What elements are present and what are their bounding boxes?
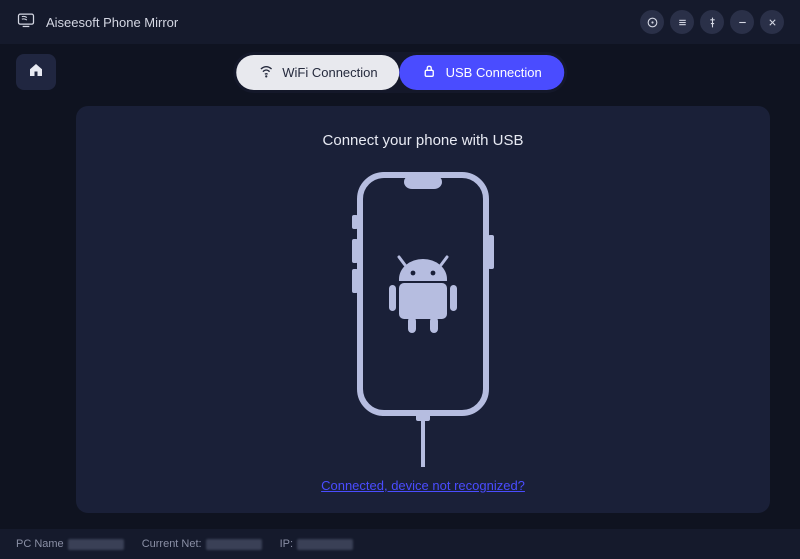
help-link-device-not-recognized[interactable]: Connected, device not recognized? bbox=[321, 478, 525, 493]
home-icon bbox=[27, 61, 45, 84]
titlebar: Aiseesoft Phone Mirror bbox=[0, 0, 800, 44]
app-logo-icon bbox=[16, 10, 36, 35]
connection-tabs: WiFi Connection USB Connection bbox=[233, 52, 567, 93]
wifi-icon bbox=[258, 63, 274, 82]
minimize-button[interactable] bbox=[730, 10, 754, 34]
close-button[interactable] bbox=[760, 10, 784, 34]
titlebar-left: Aiseesoft Phone Mirror bbox=[16, 10, 178, 35]
footer-ip: IP: bbox=[280, 538, 353, 550]
footer-ip-value bbox=[297, 539, 353, 550]
footer-pc-name-value bbox=[68, 539, 124, 550]
feedback-button[interactable] bbox=[640, 10, 664, 34]
footer-current-net-label: Current Net: bbox=[142, 538, 202, 550]
tab-usb-connection[interactable]: USB Connection bbox=[400, 55, 564, 90]
footer-pc-name: PC Name bbox=[16, 538, 124, 550]
footer-pc-name-label: PC Name bbox=[16, 538, 64, 550]
phone-illustration bbox=[76, 161, 770, 478]
toolbar: WiFi Connection USB Connection bbox=[0, 44, 800, 100]
footer-current-net-value bbox=[206, 539, 262, 550]
tab-wifi-label: WiFi Connection bbox=[282, 65, 377, 80]
status-footer: PC Name Current Net: IP: bbox=[0, 529, 800, 559]
pin-button[interactable] bbox=[700, 10, 724, 34]
panel-title: Connect your phone with USB bbox=[323, 132, 524, 149]
footer-ip-label: IP: bbox=[280, 538, 293, 550]
tab-wifi-connection[interactable]: WiFi Connection bbox=[236, 55, 399, 90]
main-panel: Connect your phone with USB bbox=[76, 106, 770, 513]
menu-button[interactable] bbox=[670, 10, 694, 34]
app-title: Aiseesoft Phone Mirror bbox=[46, 15, 178, 30]
titlebar-controls bbox=[640, 10, 784, 34]
home-button[interactable] bbox=[16, 54, 56, 90]
footer-current-net: Current Net: bbox=[142, 538, 262, 550]
tab-usb-label: USB Connection bbox=[446, 65, 542, 80]
usb-lock-icon bbox=[422, 63, 438, 82]
